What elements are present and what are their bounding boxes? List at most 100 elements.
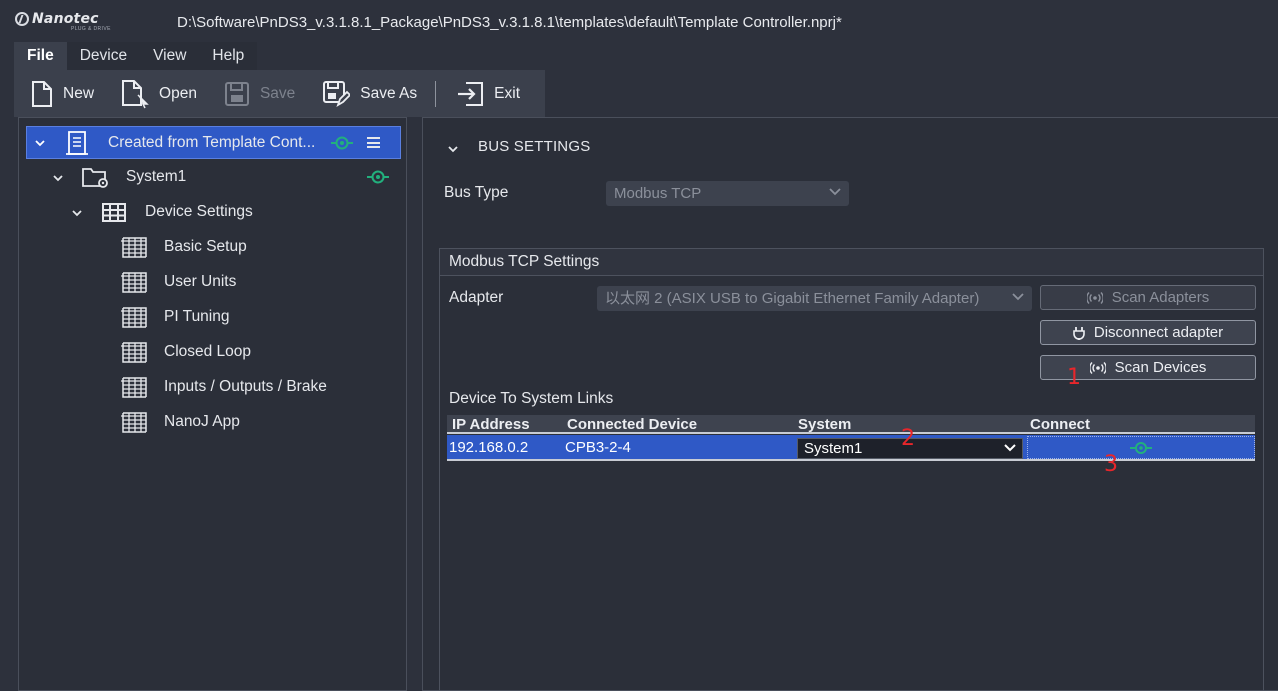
table-icon <box>121 342 147 363</box>
tree-item-label: PI Tuning <box>164 308 230 325</box>
chevron-down-icon <box>1004 444 1016 452</box>
new-file-icon <box>32 80 52 107</box>
save-as-button[interactable]: Save As <box>305 70 427 117</box>
chevron-down-icon[interactable] <box>51 171 65 185</box>
system-select-value: System1 <box>804 440 863 457</box>
folder-gear-icon <box>82 168 108 188</box>
tree-item-inputs-outputs-brake[interactable]: Inputs / Outputs / Brake <box>19 371 408 404</box>
connected-plug-icon <box>331 136 353 150</box>
toolbar-separator <box>435 80 437 107</box>
tree-item-user-units[interactable]: User Units <box>19 266 408 299</box>
file-toolbar: New Open Save Save As Exit <box>14 70 545 117</box>
chevron-down-icon[interactable] <box>70 206 84 220</box>
hamburger-menu-icon[interactable] <box>367 137 380 148</box>
table-icon <box>121 272 147 293</box>
links-label: Device To System Links <box>449 390 614 407</box>
save-as-label: Save As <box>360 84 418 102</box>
section-title: BUS SETTINGS <box>478 138 591 155</box>
menu-device[interactable]: Device <box>67 42 140 70</box>
column-header-connect[interactable]: Connect <box>1030 415 1090 434</box>
tree-item-device-settings[interactable]: Device Settings <box>19 196 408 229</box>
bus-type-label: Bus Type <box>444 184 509 201</box>
save-button[interactable]: Save <box>207 70 305 117</box>
open-button[interactable]: Open <box>104 70 207 117</box>
window-title: D:\Software\PnDS3_v.3.1.8.1_Package\PnDS… <box>177 14 842 31</box>
annotation-1: 1 <box>1067 365 1081 390</box>
scan-adapters-button[interactable]: Scan Adapters <box>1040 285 1256 310</box>
tree-item-label: System1 <box>126 168 187 185</box>
bus-type-value: Modbus TCP <box>614 185 702 202</box>
adapter-select[interactable]: 以太网 2 (ASIX USB to Gigabit Ethernet Fami… <box>597 286 1032 311</box>
table-icon <box>121 237 147 258</box>
plug-icon <box>1073 326 1085 340</box>
logo-text: Nanotec <box>32 11 99 27</box>
project-document-icon <box>66 131 88 155</box>
table-icon <box>121 412 147 433</box>
antenna-icon <box>1086 291 1103 304</box>
modbus-tcp-group: Modbus TCP Settings Adapter 以太网 2 (ASIX … <box>439 248 1264 691</box>
connected-plug-icon <box>1130 442 1152 454</box>
ip-address-cell: 192.168.0.2 <box>449 439 529 456</box>
column-header-system[interactable]: System <box>798 415 851 434</box>
table-icon <box>121 377 147 398</box>
group-header: Modbus TCP Settings <box>440 249 1263 276</box>
grid-icon <box>102 203 126 222</box>
chevron-down-icon[interactable] <box>33 136 47 150</box>
links-table-header: IP Address Connected Device System Conne… <box>447 415 1255 434</box>
annotation-3: 3 <box>1104 452 1118 477</box>
table-icon <box>121 307 147 328</box>
open-label: Open <box>159 84 197 102</box>
save-as-icon <box>323 80 351 107</box>
menu-help[interactable]: Help <box>199 42 257 70</box>
title-bar: Nanotec PLUG & DRIVE D:\Software\PnDS3_v… <box>0 0 1278 42</box>
tree-item-system[interactable]: System1 <box>19 161 408 194</box>
chevron-down-icon[interactable] <box>446 142 460 156</box>
group-title: Modbus TCP Settings <box>449 253 600 270</box>
open-file-icon <box>122 79 149 108</box>
tree-item-label: Closed Loop <box>164 343 252 360</box>
column-header-device[interactable]: Connected Device <box>567 415 697 434</box>
disconnect-adapter-button[interactable]: Disconnect adapter <box>1040 320 1256 345</box>
tree-item-closed-loop[interactable]: Closed Loop <box>19 336 408 369</box>
save-icon <box>224 81 249 106</box>
table-row[interactable]: 192.168.0.2 CPB3-2-4 System1 <box>447 435 1255 461</box>
menu-file[interactable]: File <box>14 42 67 70</box>
tree-item-label: User Units <box>164 273 237 290</box>
logo-tagline: PLUG & DRIVE <box>71 26 111 32</box>
adapter-value: 以太网 2 (ASIX USB to Gigabit Ethernet Fami… <box>605 290 980 307</box>
tree-item-pi-tuning[interactable]: PI Tuning <box>19 301 408 334</box>
scan-adapters-label: Scan Adapters <box>1111 289 1210 306</box>
tree-item-label: Created from Template Cont... <box>108 134 316 151</box>
nanotec-logo: Nanotec PLUG & DRIVE <box>15 11 110 32</box>
menu-view[interactable]: View <box>140 42 199 70</box>
tree-item-label: Basic Setup <box>164 238 247 255</box>
disconnect-adapter-label: Disconnect adapter <box>1093 324 1224 341</box>
adapter-label: Adapter <box>449 289 504 306</box>
exit-button[interactable]: Exit <box>439 70 530 117</box>
bus-settings-panel: BUS SETTINGS Bus Type Modbus TCP Modbus … <box>422 117 1278 691</box>
connect-toggle[interactable] <box>1027 436 1255 459</box>
antenna-icon <box>1089 361 1106 374</box>
scan-devices-label: Scan Devices <box>1114 359 1207 376</box>
exit-icon <box>458 81 484 106</box>
chevron-down-icon <box>829 188 841 196</box>
tree-item-label: Inputs / Outputs / Brake <box>164 378 327 395</box>
bus-type-select[interactable]: Modbus TCP <box>606 181 849 206</box>
new-label: New <box>63 84 95 102</box>
column-header-ip[interactable]: IP Address <box>452 415 530 434</box>
chevron-down-icon <box>1012 293 1024 301</box>
tree-item-nanoj-app[interactable]: NanoJ App <box>19 406 408 439</box>
tree-item-label: Device Settings <box>145 203 253 220</box>
connected-plug-icon <box>367 170 389 184</box>
tree-item-project[interactable]: Created from Template Cont... <box>26 126 401 159</box>
exit-label: Exit <box>494 84 520 102</box>
annotation-2: 2 <box>901 426 915 451</box>
save-label: Save <box>259 84 296 102</box>
connected-device-cell: CPB3-2-4 <box>565 439 631 456</box>
project-tree-panel: Created from Template Cont... System1 De… <box>18 117 407 691</box>
menu-bar: File Device View Help <box>14 42 258 70</box>
tree-item-basic-setup[interactable]: Basic Setup <box>19 231 408 264</box>
logo-mark-icon <box>15 12 29 26</box>
new-button[interactable]: New <box>14 70 104 117</box>
tree-item-label: NanoJ App <box>164 413 240 430</box>
